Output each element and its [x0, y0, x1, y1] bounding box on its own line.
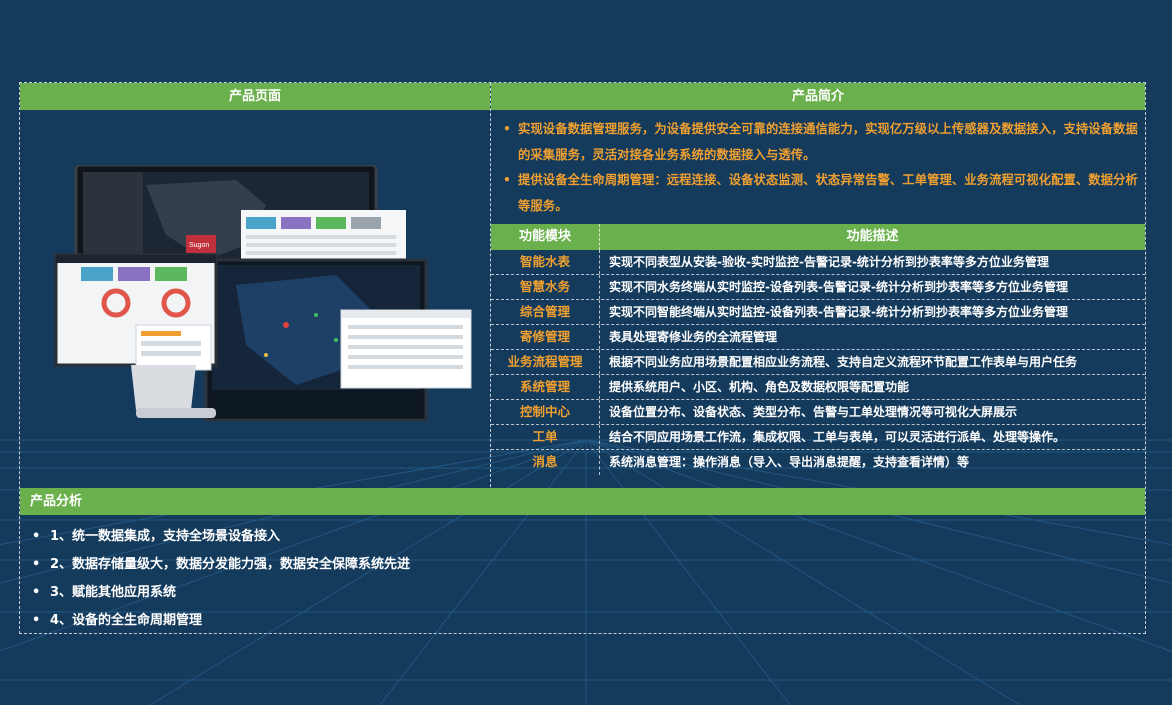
description-cell: 设备位置分布、设备状态、类型分布、告警与工单处理情况等可视化大屏展示: [609, 405, 1018, 419]
module-cell: 控制中心: [491, 400, 600, 424]
description-cell: 结合不同应用场景工作流，集成权限、工单与表单，可以灵活进行派单、处理等操作。: [609, 430, 1066, 444]
function-table: 功能模块 功能描述 智能水表 实现不同表型从安装-验收-实时监控-告警记录-统计分…: [491, 224, 1145, 475]
description-cell: 实现不同智能终端从实时监控-设备列表-告警记录-统计分析到抄表率等多方位业务管理: [609, 305, 1068, 319]
analysis-item: 3、赋能其他应用系统: [32, 579, 410, 607]
floating-table-window: [340, 309, 472, 389]
table-header-row: 功能模块 功能描述: [491, 224, 1145, 250]
table-row: 业务流程管理 根据不同业务应用场景配置相应业务流程、支持自定义流程环节配置工作表单…: [491, 350, 1145, 375]
module-cell: 业务流程管理: [491, 350, 600, 374]
table-row: 智能水表 实现不同表型从安装-验收-实时监控-告警记录-统计分析到抄表率等多方位业…: [491, 250, 1145, 275]
module-cell: 寄修管理: [491, 325, 600, 349]
product-intro-list: 实现设备数据管理服务，为设备提供安全可靠的连接通信能力，实现亿万级以上传感器及数…: [500, 117, 1140, 219]
column-header-description: 功能描述: [846, 229, 899, 244]
module-cell: 智慧水务: [491, 275, 600, 299]
description-cell: 实现不同水务终端从实时监控-设备列表-告警记录-统计分析到抄表率等多方位业务管理: [609, 280, 1068, 294]
table-row: 寄修管理 表具处理寄修业务的全流程管理: [491, 325, 1145, 350]
analysis-item: 4、设备的全生命周期管理: [32, 607, 410, 635]
table-row: 工单 结合不同应用场景工作流，集成权限、工单与表单，可以灵活进行派单、处理等操作。: [491, 425, 1145, 450]
table-row: 综合管理 实现不同智能终端从实时监控-设备列表-告警记录-统计分析到抄表率等多方位…: [491, 300, 1145, 325]
product-screenshot-image: Sugon: [54, 165, 472, 422]
right-window: [241, 210, 406, 265]
module-cell: 系统管理: [491, 375, 600, 399]
module-cell: 消息: [491, 450, 600, 475]
intro-item: 提供设备全生命周期管理：远程连接、设备状态监测、状态异常告警、工单管理、业务流程…: [500, 168, 1140, 219]
product-page-header: 产品页面: [20, 83, 490, 110]
table-row: 消息 系统消息管理：操作消息（导入、导出消息提醒，支持查看详情）等: [491, 450, 1145, 475]
module-cell: 工单: [491, 425, 600, 449]
module-cell: 智能水表: [491, 250, 600, 274]
product-analysis-header: 产品分析: [20, 488, 1145, 515]
description-cell: 根据不同业务应用场景配置相应业务流程、支持自定义流程环节配置工作表单与用户任务: [609, 355, 1078, 369]
description-cell: 表具处理寄修业务的全流程管理: [609, 330, 778, 344]
description-cell: 提供系统用户、小区、机构、角色及数据权限等配置功能: [609, 380, 910, 394]
table-row: 系统管理 提供系统用户、小区、机构、角色及数据权限等配置功能: [491, 375, 1145, 400]
description-cell: 系统消息管理：操作消息（导入、导出消息提醒，支持查看详情）等: [609, 455, 970, 469]
analysis-item: 1、统一数据集成，支持全场景设备接入: [32, 523, 410, 551]
table-row: 控制中心 设备位置分布、设备状态、类型分布、告警与工单处理情况等可视化大屏展示: [491, 400, 1145, 425]
description-cell: 实现不同表型从安装-验收-实时监控-告警记录-统计分析到抄表率等多方位业务管理: [609, 255, 1049, 269]
table-row: 智慧水务 实现不同水务终端从实时监控-设备列表-告警记录-统计分析到抄表率等多方位…: [491, 275, 1145, 300]
monitor-stand: [131, 365, 216, 418]
column-header-module: 功能模块: [491, 224, 600, 250]
logo-text: Sugon: [189, 242, 209, 249]
intro-item: 实现设备数据管理服务，为设备提供安全可靠的连接通信能力，实现亿万级以上传感器及数…: [500, 117, 1140, 168]
product-intro-header: 产品简介: [491, 83, 1145, 110]
left-monitor: [54, 253, 218, 371]
product-analysis-list: 1、统一数据集成，支持全场景设备接入 2、数据存储量级大，数据分发能力强，数据安…: [32, 523, 410, 635]
module-cell: 综合管理: [491, 300, 600, 324]
product-panel: 产品页面 产品简介 Sugon • 实现设备数据管理服务，为设备提供安全可靠的连…: [19, 82, 1146, 635]
analysis-item: 2、数据存储量级大，数据分发能力强，数据安全保障系统先进: [32, 551, 410, 579]
